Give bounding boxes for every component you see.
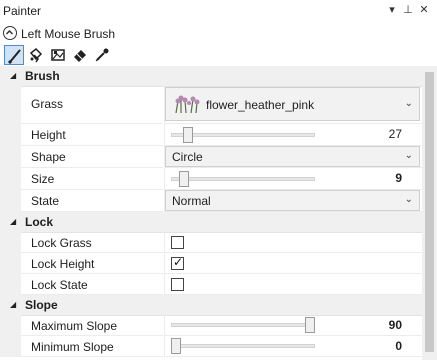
fill-tool-button[interactable] — [26, 45, 46, 65]
mouse-mode-label: Left Mouse Brush — [21, 27, 116, 41]
height-slider-thumb[interactable] — [183, 127, 194, 143]
min-slope-slider-thumb[interactable] — [171, 338, 181, 354]
min-slope-value[interactable]: 0 — [395, 339, 402, 353]
lock-state-checkbox[interactable] — [171, 278, 184, 291]
category-label: Slope — [25, 298, 58, 312]
close-icon[interactable]: ✕ — [417, 3, 431, 17]
property-name: Size — [21, 168, 163, 190]
image-stamp-icon — [51, 49, 65, 61]
pin-icon[interactable]: ⊥ — [401, 3, 415, 17]
category-slope[interactable]: ◢ Slope — [0, 295, 422, 316]
chevron-down-icon: ⌄ — [404, 194, 413, 205]
category-label: Lock — [25, 215, 54, 229]
eraser-tool-button[interactable] — [70, 45, 90, 65]
chevron-up-circle-icon[interactable] — [3, 26, 17, 40]
property-row-height: Height 27 — [0, 124, 422, 146]
property-name: Lock Grass — [21, 232, 163, 253]
size-value[interactable]: 9 — [395, 171, 402, 185]
brush-icon — [7, 49, 21, 64]
category-label: Brush — [25, 69, 60, 83]
mouse-mode-row: Left Mouse Brush — [0, 24, 437, 46]
chevron-down-icon: ⌄ — [404, 150, 413, 161]
property-name: Height — [21, 124, 163, 146]
stamp-tool-button[interactable] — [48, 45, 68, 65]
max-slope-slider-thumb[interactable] — [305, 317, 315, 333]
property-row-min-slope: Minimum Slope 0 — [0, 336, 422, 357]
dropdown-menu-icon[interactable]: ▾ — [385, 3, 399, 17]
eyedropper-tool-button[interactable] — [92, 45, 112, 65]
title-bar: Painter ▾ ⊥ ✕ — [0, 0, 437, 22]
property-name: Minimum Slope — [21, 336, 163, 357]
property-row-lock-grass: Lock Grass — [0, 232, 422, 253]
property-row-grass: Grass flower_heather_pink ⌄ — [0, 86, 422, 124]
property-grid: ◢ Brush Grass flower_heather_pink ⌄ Heig… — [0, 66, 422, 360]
chevron-down-icon: ⌄ — [404, 98, 413, 109]
height-value[interactable]: 27 — [389, 127, 402, 141]
collapse-arrow-icon[interactable]: ◢ — [10, 71, 16, 80]
max-slope-slider-track[interactable] — [171, 323, 315, 327]
property-name: Shape — [21, 146, 163, 168]
lock-grass-checkbox[interactable] — [171, 236, 184, 249]
state-value: Normal — [172, 194, 211, 208]
paint-bucket-icon — [29, 47, 43, 63]
property-row-lock-height: Lock Height ✓ — [0, 253, 422, 274]
property-name: Grass — [21, 86, 163, 124]
size-slider-track[interactable] — [171, 177, 315, 181]
lock-height-checkbox[interactable]: ✓ — [171, 255, 184, 270]
property-row-shape: Shape Circle ⌄ — [0, 146, 422, 168]
grass-value: flower_heather_pink — [206, 98, 315, 112]
shape-dropdown[interactable]: Circle ⌄ — [165, 146, 420, 167]
scrollbar-thumb[interactable] — [425, 72, 434, 352]
vertical-scrollbar[interactable] — [422, 66, 437, 360]
category-brush[interactable]: ◢ Brush — [0, 66, 422, 87]
category-lock[interactable]: ◢ Lock — [0, 212, 422, 233]
eraser-icon — [74, 50, 86, 62]
grass-dropdown[interactable]: flower_heather_pink ⌄ — [165, 87, 420, 121]
size-slider-thumb[interactable] — [179, 171, 190, 187]
property-name: Lock State — [21, 274, 163, 295]
collapse-arrow-icon[interactable]: ◢ — [10, 217, 16, 226]
property-name: State — [21, 190, 163, 212]
state-dropdown[interactable]: Normal ⌄ — [165, 190, 420, 211]
property-row-state: State Normal ⌄ — [0, 190, 422, 212]
property-name: Lock Height — [21, 253, 163, 274]
checkmark-icon: ✓ — [173, 255, 184, 269]
property-row-lock-state: Lock State — [0, 274, 422, 295]
tool-strip — [0, 44, 437, 66]
collapse-arrow-icon[interactable]: ◢ — [10, 300, 16, 309]
max-slope-value[interactable]: 90 — [389, 318, 402, 332]
eyedropper-icon — [95, 48, 109, 62]
brush-tool-button[interactable] — [4, 45, 24, 65]
grass-thumbnail-icon — [175, 95, 200, 114]
property-row-size: Size 9 — [0, 168, 422, 190]
property-row-max-slope: Maximum Slope 90 — [0, 315, 422, 336]
shape-value: Circle — [172, 150, 203, 164]
panel-title: Painter — [3, 4, 42, 18]
property-name: Maximum Slope — [21, 315, 163, 336]
min-slope-slider-track[interactable] — [171, 344, 315, 348]
